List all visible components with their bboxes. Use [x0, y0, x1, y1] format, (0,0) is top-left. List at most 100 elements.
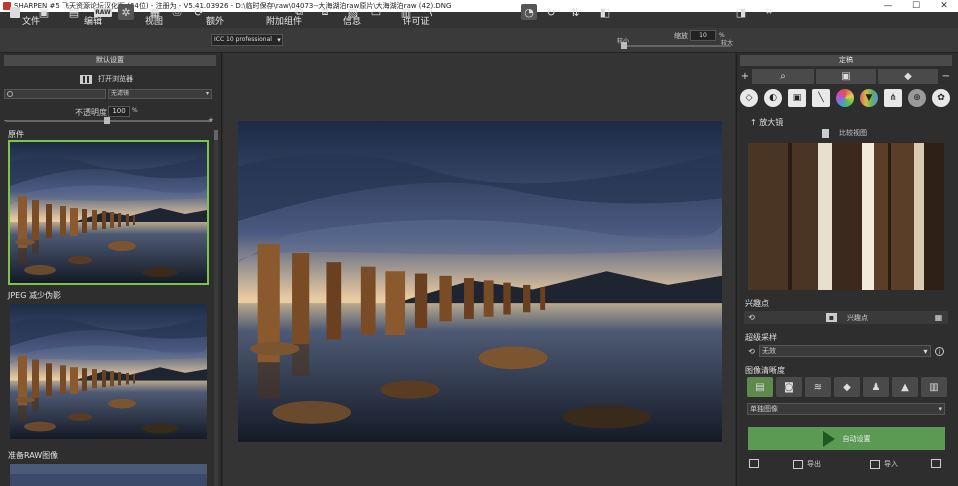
zoom-slider-track[interactable] — [623, 45, 731, 47]
toolbar — [0, 28, 958, 53]
zoom-slider-thumb[interactable] — [621, 42, 627, 49]
preset-thumbnail-image — [10, 304, 207, 439]
style-architecture-button[interactable]: ▥ — [921, 377, 947, 397]
supersampling-value: 无效 — [762, 347, 776, 355]
export-label: 导出 — [807, 460, 821, 468]
save-preset-icon[interactable] — [931, 459, 941, 468]
chevron-down-icon: ▾ — [205, 90, 209, 97]
magnifier-section-title: ↑ 放大镜 — [750, 118, 784, 127]
compare-split-icon[interactable]: ⧉ — [291, 4, 307, 20]
display-icon[interactable]: ▭ — [368, 4, 384, 20]
filter-select[interactable]: 无滤镜 ▾ — [108, 89, 212, 99]
interest-point-icon[interactable]: ▪ — [826, 313, 837, 322]
preset-thumb-original[interactable] — [8, 140, 209, 285]
menu-addons[interactable]: 附加组件 — [246, 14, 322, 27]
new-file-icon[interactable] — [7, 4, 23, 20]
sharpness-select[interactable]: 单独图像 ▾ — [747, 403, 945, 415]
plus-icon[interactable]: + — [740, 69, 750, 84]
zoom-detail-icon[interactable]: ⊕ — [908, 89, 926, 107]
import-label: 导入 — [884, 460, 898, 468]
supersampling-select[interactable] — [759, 345, 931, 357]
reset-icon[interactable]: ⟲ — [747, 347, 756, 356]
redo-icon[interactable]: ↻ — [543, 4, 559, 20]
preset-scrollbar[interactable] — [214, 130, 218, 486]
filter-value: 无滤镜 — [111, 90, 130, 97]
opacity-value[interactable]: 100 — [108, 106, 130, 117]
magnifier-preview[interactable] — [748, 143, 944, 290]
preset-thumb-raw[interactable] — [10, 464, 207, 486]
raw-icon[interactable]: RAW — [94, 4, 112, 20]
compare-label: 比较视图 — [839, 129, 867, 137]
interest-row — [744, 311, 948, 324]
print-icon[interactable]: ⎙ — [169, 4, 185, 20]
import-button[interactable]: 导入 — [870, 459, 898, 469]
main-photo-image — [238, 121, 722, 442]
half-circle-icon[interactable]: ◐ — [764, 89, 782, 107]
style-camera-button[interactable]: ◙ — [776, 377, 802, 397]
style-standard-button[interactable]: ▤ — [747, 377, 773, 397]
minimize-button[interactable]: — — [874, 1, 902, 11]
preset-search-input[interactable] — [4, 89, 106, 99]
preset-label-raw: 准备RAW图像 — [8, 451, 59, 460]
interest-label: 兴趣点 — [847, 314, 868, 322]
nav-icon[interactable]: ⇅ — [567, 4, 583, 20]
zoom-out-icon[interactable]: ◧ — [597, 4, 613, 20]
style-landscape-button[interactable]: ▲ — [892, 377, 918, 397]
auto-settings-button[interactable]: 自动设置 — [748, 427, 945, 450]
network-icon[interactable]: ⋔ — [884, 89, 902, 107]
diamond-icon[interactable]: ◆ — [878, 69, 938, 84]
import-icon — [870, 459, 880, 469]
image-icon[interactable]: ▣ — [816, 69, 876, 84]
minus-icon[interactable]: − — [940, 69, 952, 84]
default-settings-button[interactable]: 默认设置 — [4, 55, 216, 66]
wand-icon[interactable]: ╲ — [812, 89, 830, 107]
prism-icon[interactable]: ▼ — [860, 89, 878, 107]
frame-icon[interactable]: ▣ — [788, 89, 806, 107]
share-icon[interactable]: ⟳ — [191, 4, 207, 20]
zoom-value[interactable]: 10 — [690, 30, 716, 41]
crop-icon[interactable]: ⌗ — [761, 4, 777, 20]
main-photo[interactable] — [238, 121, 722, 442]
magnifier-image — [748, 143, 944, 290]
zoom-in-icon[interactable]: ◨ — [733, 4, 749, 20]
copy-icon[interactable] — [749, 459, 759, 468]
scrollbar-thumb[interactable] — [214, 130, 218, 140]
opacity-max-icon: + — [208, 116, 214, 124]
open-image-icon[interactable]: ▣ — [36, 4, 52, 20]
curve-icon[interactable]: ⌇ — [423, 4, 439, 20]
grid-view-icon[interactable]: ▦ — [934, 313, 943, 322]
icc-profile-select[interactable]: ICC 10 professional — [211, 34, 283, 46]
compare-checkbox[interactable] — [822, 128, 829, 138]
title-bar: SHARPEN #5 飞天资源论坛汉化版 (64位) - 注册为 - V5.41… — [0, 0, 958, 12]
batch-icon[interactable]: ▤ — [66, 4, 82, 20]
settings-icon[interactable]: ✿ — [932, 89, 950, 107]
chevron-down-icon: ▾ — [923, 347, 928, 356]
finalize-header[interactable]: 定稿 — [740, 55, 952, 66]
style-gem-button[interactable]: ◆ — [834, 377, 860, 397]
compare-view-toggle[interactable]: 比较视图 — [822, 128, 867, 138]
document-icon[interactable]: ▧ — [345, 4, 361, 20]
export-button[interactable]: 导出 — [793, 459, 821, 469]
histogram-icon[interactable]: ▥ — [398, 4, 414, 20]
chevron-down-icon[interactable]: ▾ — [275, 34, 283, 46]
maximize-button[interactable]: ☐ — [902, 1, 930, 11]
style-portrait-button[interactable]: ♟ — [863, 377, 889, 397]
layout-icon[interactable]: ⧈ — [317, 4, 333, 20]
gem-icon[interactable]: ◇ — [740, 89, 758, 107]
opacity-slider-thumb[interactable] — [104, 117, 110, 124]
info-icon[interactable]: i — [935, 347, 944, 356]
preset-thumbnail-image — [10, 464, 207, 486]
reset-icon[interactable]: ⟲ — [747, 313, 756, 322]
export-icon — [793, 459, 803, 469]
open-browser-button[interactable]: 打开浏览器 — [80, 74, 133, 84]
preview-icon[interactable]: ◔ — [521, 4, 537, 20]
close-button[interactable]: ✕ — [930, 1, 958, 11]
magnifier-icon[interactable]: ⌕ — [752, 69, 814, 84]
zoom-label: 缩放 — [674, 32, 688, 40]
style-wave-button[interactable]: ≋ — [805, 377, 831, 397]
save-icon[interactable]: ▦ — [147, 4, 163, 20]
plugin-icon[interactable]: ✲ — [118, 4, 134, 20]
color-wheel-icon[interactable] — [836, 89, 854, 107]
preset-thumb-jpeg[interactable] — [10, 304, 207, 439]
menu-license[interactable]: 许可证 — [382, 14, 450, 27]
